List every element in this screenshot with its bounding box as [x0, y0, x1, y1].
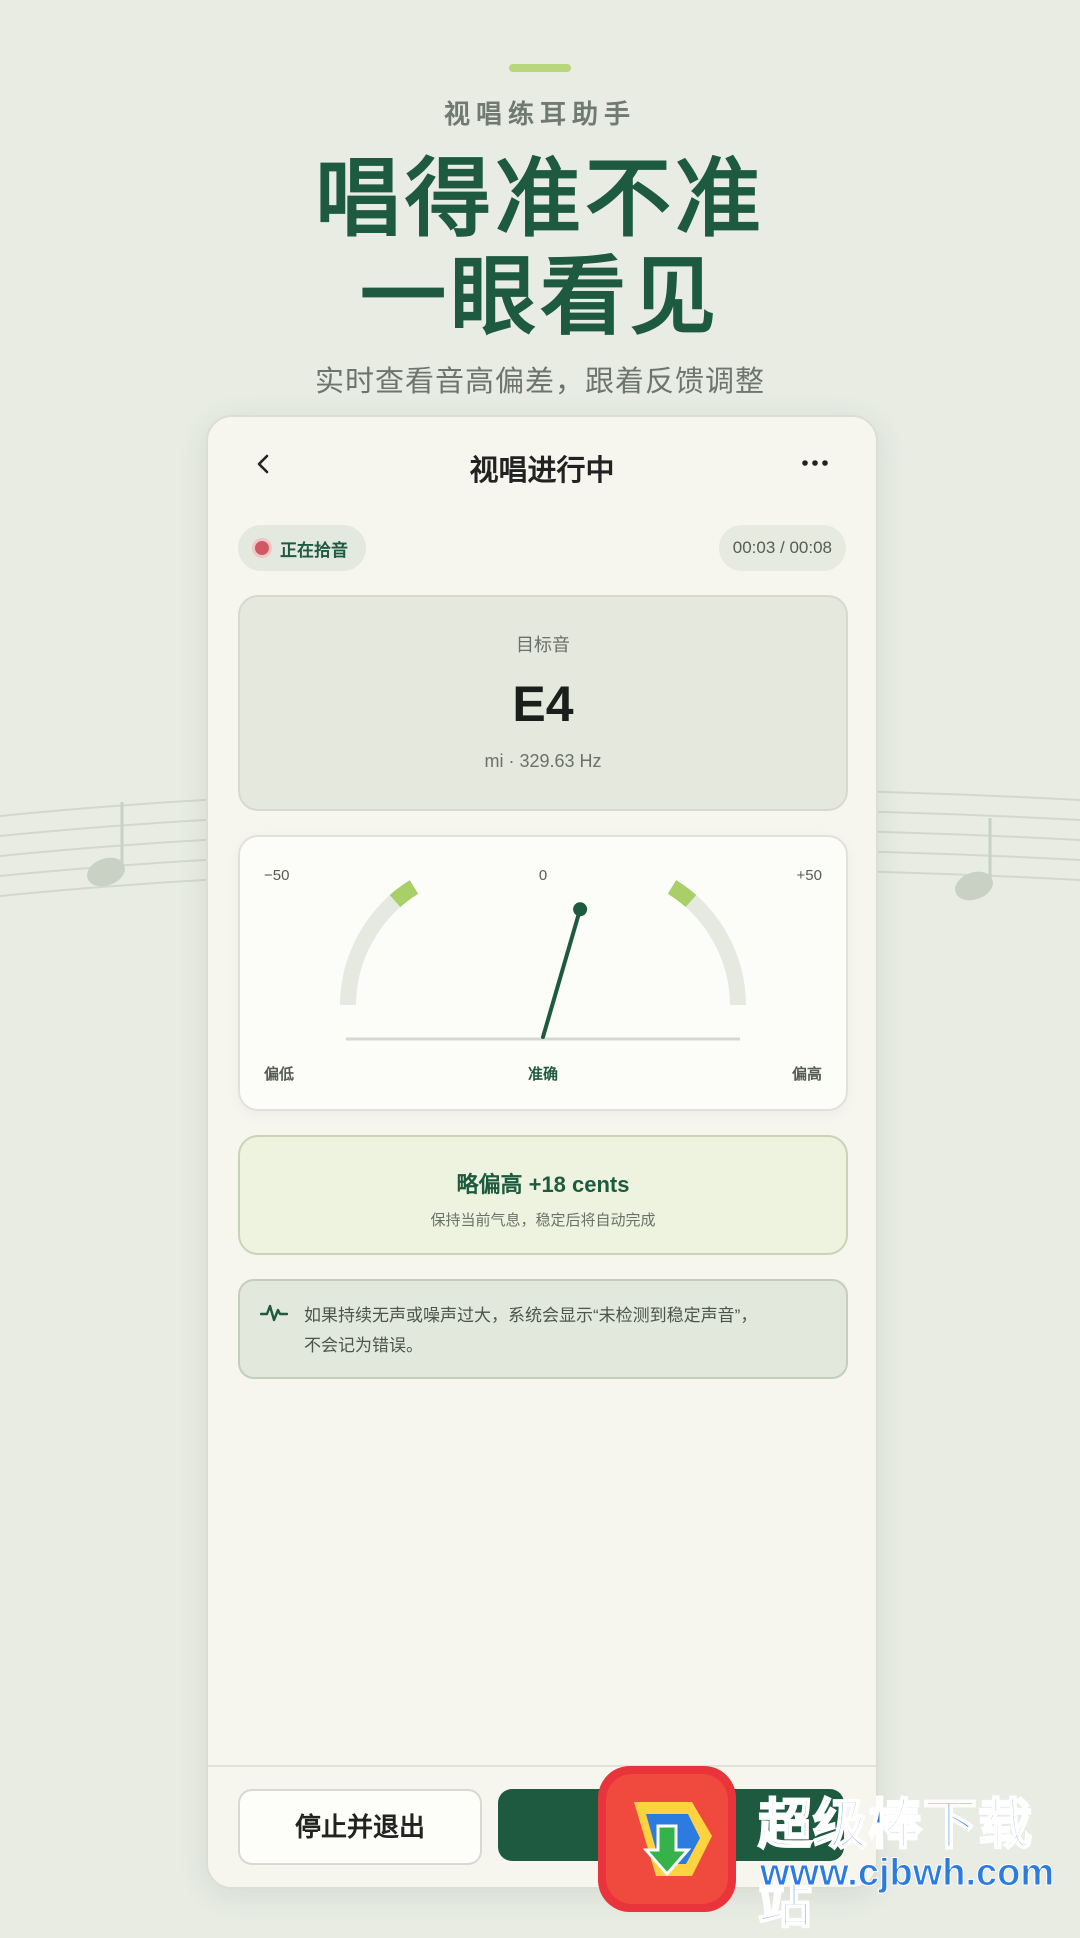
- gauge-zero-label: 0: [538, 867, 548, 884]
- accent-bar: [509, 64, 571, 72]
- target-note: E4: [512, 676, 574, 732]
- hint-text: 如果持续无声或噪声过大，系统会显示“未检测到稳定声音”， 不会记为错误。: [304, 1301, 824, 1361]
- stop-and-exit-button[interactable]: 停止并退出: [238, 1789, 482, 1865]
- watermark-logo: [598, 1766, 736, 1912]
- phone-screen: 视唱进行中 正在拾音 00:03 / 00:08 目标音 E4 mi · 329…: [206, 415, 878, 1889]
- watermark-site-url: www.cjbwh.com: [759, 1852, 1055, 1895]
- hint-line-2: 不会记为错误。: [304, 1336, 423, 1355]
- headline-line-2: 一眼看见: [360, 249, 720, 345]
- recording-status-label: 正在拾音: [280, 540, 348, 560]
- gauge-zone-left: [389, 880, 419, 908]
- feedback-subtitle: 保持当前气息，稳定后将自动完成: [430, 1212, 656, 1229]
- gauge-high-label: 偏高: [791, 1066, 822, 1083]
- promo-headline: 唱得准不准 一眼看见: [0, 150, 1080, 346]
- more-icon[interactable]: [800, 453, 830, 473]
- gauge-track-left: [340, 880, 419, 1006]
- promo-subhead: 实时查看音高偏差，跟着反馈调整: [314, 366, 765, 398]
- hint-line-1: 如果持续无声或噪声过大，系统会显示“未检测到稳定声音”，: [304, 1306, 758, 1325]
- gauge-needle: [541, 907, 583, 1039]
- recording-status-badge: 正在拾音: [238, 525, 366, 571]
- waveform-icon: [260, 1304, 288, 1322]
- pitch-meter-card: −50 0 +50 偏低 准确 偏高: [238, 835, 848, 1111]
- app-kicker: 视唱练耳助手: [443, 99, 636, 129]
- pitch-feedback-card: 略偏高 +18 cents 保持当前气息，稳定后将自动完成: [238, 1135, 848, 1255]
- target-frequency: mi · 329.63 Hz: [484, 751, 602, 771]
- music-note-icon: [955, 818, 993, 901]
- headline-line-1: 唱得准不准: [315, 151, 765, 247]
- gauge-needle-tip: [573, 902, 588, 917]
- gauge-zone-right: [667, 880, 697, 908]
- target-note-card: 目标音 E4 mi · 329.63 Hz: [238, 595, 848, 811]
- target-label: 目标音: [516, 635, 570, 655]
- feedback-title: 略偏高 +18 cents: [456, 1172, 630, 1197]
- gauge-center-label: 准确: [527, 1066, 558, 1083]
- page-title: 视唱进行中: [469, 455, 615, 487]
- gauge-track-right: [667, 880, 746, 1006]
- gauge-max-label: +50: [796, 867, 822, 884]
- noise-hint-card: 如果持续无声或噪声过大，系统会显示“未检测到稳定声音”， 不会记为错误。: [238, 1279, 848, 1379]
- nav-bar: 视唱进行中: [208, 417, 876, 509]
- session-timer: 00:03 / 00:08: [718, 525, 846, 571]
- recording-dot-icon: [252, 538, 272, 558]
